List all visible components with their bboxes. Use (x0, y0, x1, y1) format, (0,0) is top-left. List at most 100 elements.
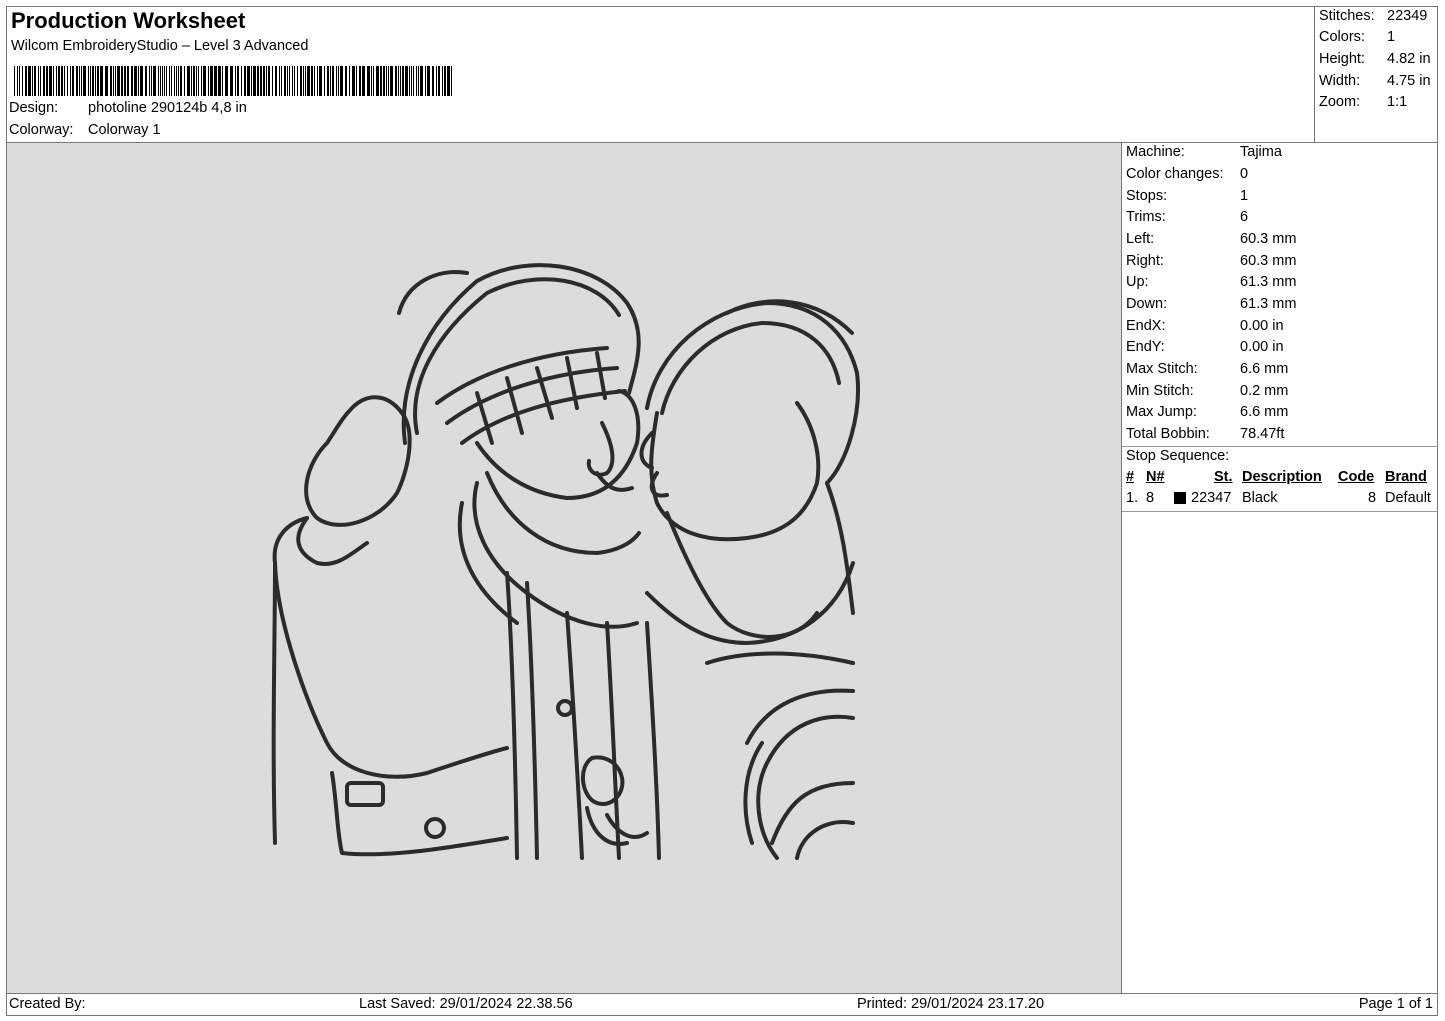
info-label: Max Jump: (1126, 404, 1197, 420)
info-value: 6.6 mm (1240, 404, 1289, 420)
embroidery-line-art (271, 263, 860, 860)
info-label: Trims: (1126, 209, 1166, 225)
info-row-stops: Stops: 1 (1126, 188, 1248, 204)
colorway-row: Colorway: Colorway 1 (9, 122, 161, 138)
info-label: EndY: (1126, 339, 1165, 355)
info-label: Min Stitch: (1126, 383, 1194, 399)
design-preview (7, 143, 1121, 993)
info-value: 1 (1240, 188, 1249, 204)
width-row: Width: 4.75 in (1319, 73, 1431, 89)
page-title: Production Worksheet (11, 8, 246, 33)
col-header-description: Description (1242, 469, 1322, 485)
summary-box: Stitches: 22349 Colors: 1 Height: 4.82 in W… (1314, 6, 1438, 143)
worksheet-header: Production Worksheet Wilcom EmbroiderySt… (6, 6, 1314, 143)
info-label: Total Bobbin: (1126, 426, 1210, 442)
info-label: Color changes: (1126, 166, 1224, 182)
info-value: 0.2 mm (1240, 383, 1289, 399)
stop-sequence-title: Stop Sequence: (1126, 448, 1230, 464)
stop-row-code: 8 (1368, 490, 1377, 506)
height-label: Height: (1319, 51, 1365, 67)
mitten (304, 395, 412, 527)
barcode (14, 66, 452, 96)
center-button (556, 699, 574, 717)
stitches-row: Stitches: 22349 (1319, 8, 1427, 24)
worksheet-footer: Created By: Last Saved: 29/01/2024 22.38… (6, 993, 1438, 1016)
left-face (475, 389, 641, 500)
info-label: Machine: (1126, 144, 1185, 160)
info-row-machine: Machine: Tajima (1126, 144, 1282, 160)
height-value: 4.82 in (1387, 51, 1431, 67)
stop-table-divider (1122, 511, 1438, 512)
left-nose-mouth (586, 421, 634, 492)
right-collar (645, 561, 855, 645)
info-row-min-stitch: Min Stitch: 0.2 mm (1126, 383, 1288, 399)
design-row: Design: photoline 290124b 4,8 in (9, 100, 247, 116)
stop-row-num: 1. (1126, 490, 1139, 506)
left-jacket-flap (345, 781, 385, 807)
info-label: Left: (1126, 231, 1155, 247)
colorway-value: Colorway 1 (88, 122, 161, 138)
info-row-endy: EndY: 0.00 in (1126, 339, 1284, 355)
stop-row-n: 8 (1146, 490, 1155, 506)
stop-row-st: 22347 (1191, 490, 1232, 506)
col-header-num: # (1126, 469, 1135, 485)
stitches-value: 22349 (1387, 8, 1428, 24)
info-row-color-changes: Color changes: 0 (1126, 166, 1248, 182)
right-arm-lower (770, 781, 855, 860)
left-hat-stripes (435, 346, 627, 445)
info-value: 60.3 mm (1240, 231, 1297, 247)
left-jaw (485, 471, 641, 555)
info-row-left: Left: 60.3 mm (1126, 231, 1296, 247)
info-value: 0.00 in (1240, 339, 1284, 355)
info-label: Stops: (1126, 188, 1168, 204)
center-right-line (645, 621, 661, 860)
colors-label: Colors: (1319, 29, 1365, 45)
info-value: 6.6 mm (1240, 361, 1289, 377)
info-row-max-stitch: Max Stitch: 6.6 mm (1126, 361, 1288, 377)
stitch-outlines (271, 263, 860, 860)
info-row-max-jump: Max Jump: 6.6 mm (1126, 404, 1288, 420)
info-value: 0 (1240, 166, 1249, 182)
software-name: Wilcom EmbroideryStudio – Level 3 Advanc… (11, 38, 309, 54)
right-hood (645, 301, 860, 485)
info-value: 60.3 mm (1240, 253, 1297, 269)
right-face (649, 401, 821, 542)
left-hat-top-loop (397, 270, 469, 315)
colors-value: 1 (1387, 29, 1396, 45)
colors-row: Colors: 1 (1319, 29, 1395, 45)
stitches-label: Stitches: (1319, 8, 1375, 24)
col-header-code: Code (1338, 469, 1375, 485)
info-value: 0.00 in (1240, 318, 1284, 334)
width-label: Width: (1319, 73, 1361, 89)
col-header-n: N# (1146, 469, 1165, 485)
info-label: Right: (1126, 253, 1164, 269)
right-jacket (705, 651, 855, 665)
design-value: photoline 290124b 4,8 in (88, 100, 247, 116)
info-value: Tajima (1240, 144, 1282, 160)
height-row: Height: 4.82 in (1319, 51, 1431, 67)
info-row-down: Down: 61.3 mm (1126, 296, 1296, 312)
info-label: Up: (1126, 274, 1149, 290)
left-zipper (505, 571, 539, 860)
design-label: Design: (9, 100, 59, 116)
stop-row-description: Black (1242, 490, 1278, 506)
info-row-endx: EndX: 0.00 in (1126, 318, 1284, 334)
width-value: 4.75 in (1387, 73, 1431, 89)
stop-row-brand: Default (1385, 490, 1431, 506)
left-jacket-edge (271, 561, 277, 845)
info-label: EndX: (1126, 318, 1166, 334)
left-hat-outline (401, 263, 641, 445)
zoom-label: Zoom: (1319, 94, 1361, 110)
info-divider (1122, 446, 1438, 447)
page-number: Page 1 of 1 (1358, 996, 1433, 1012)
last-saved: Last Saved: 29/01/2024 22.38.56 (359, 996, 573, 1012)
info-value: 61.3 mm (1240, 296, 1297, 312)
zoom-value: 1:1 (1387, 94, 1408, 110)
col-header-brand: Brand (1385, 469, 1427, 485)
info-row-up: Up: 61.3 mm (1126, 274, 1296, 290)
left-jacket-button (424, 817, 446, 839)
info-row-right: Right: 60.3 mm (1126, 253, 1296, 269)
info-value: 78.47ft (1240, 426, 1285, 442)
info-label: Max Stitch: (1126, 361, 1198, 377)
info-value: 6 (1240, 209, 1249, 225)
